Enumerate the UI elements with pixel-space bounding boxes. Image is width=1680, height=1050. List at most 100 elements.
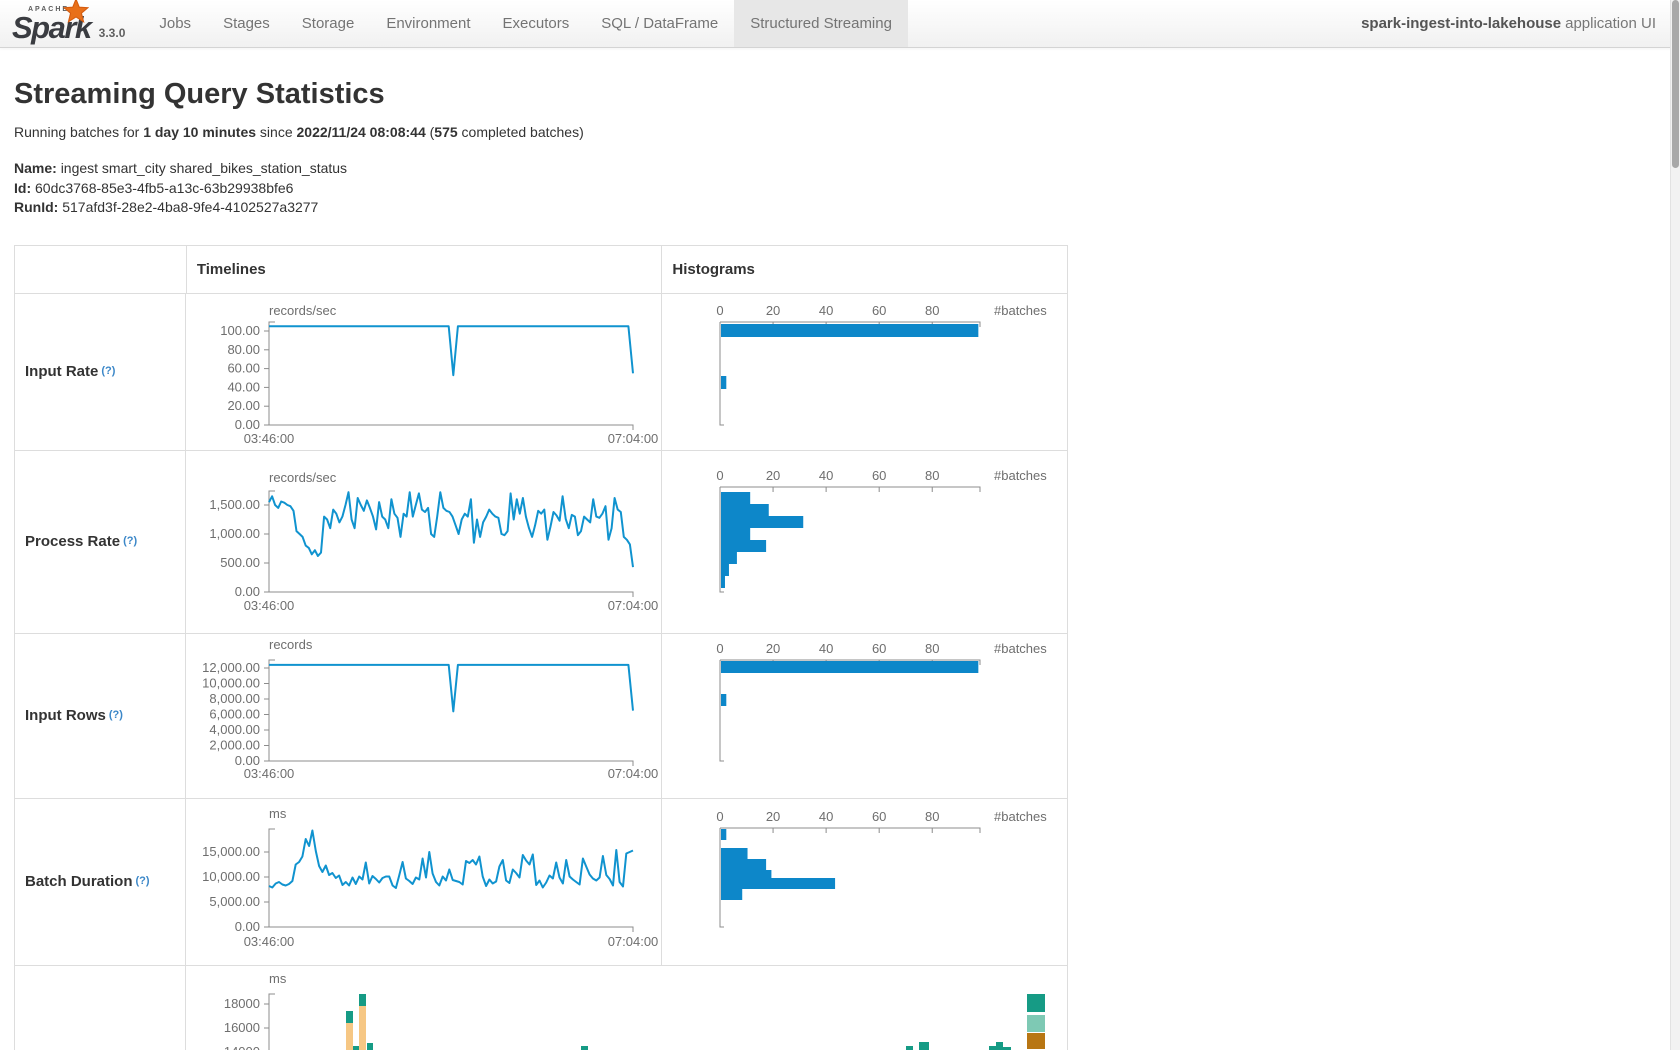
input-rows-timeline-chart: records12,000.0010,000.008,000.006,000.0… <box>186 634 661 798</box>
svg-text:40: 40 <box>819 468 833 483</box>
svg-text:40.00: 40.00 <box>227 379 260 394</box>
svg-text:#batches: #batches <box>994 303 1047 318</box>
statistics-table: Timelines Histograms Input Rate(?)record… <box>14 245 1068 1050</box>
application-name: spark-ingest-into-lakehouse application … <box>1361 0 1680 47</box>
svg-text:records/sec: records/sec <box>269 303 337 318</box>
vertical-scrollbar[interactable] <box>1670 0 1680 1050</box>
svg-text:#batches: #batches <box>994 641 1047 656</box>
help-tooltip-link[interactable]: (?) <box>101 366 115 377</box>
svg-text:15,000.00: 15,000.00 <box>202 844 260 859</box>
svg-text:10,000.00: 10,000.00 <box>202 869 260 884</box>
tab-storage[interactable]: Storage <box>286 0 371 47</box>
scrollbar-thumb[interactable] <box>1672 0 1679 168</box>
input-rate-histogram-chart: 020406080#batches <box>662 294 1067 450</box>
row-label: Input Rate <box>25 363 98 380</box>
completed-batches-count: 575 <box>434 124 457 140</box>
row-label: Process Rate <box>25 533 120 550</box>
svg-text:16000: 16000 <box>224 1020 260 1035</box>
help-tooltip-link[interactable]: (?) <box>123 536 137 547</box>
tab-sql-dataframe[interactable]: SQL / DataFrame <box>585 0 734 47</box>
svg-text:60: 60 <box>872 303 886 318</box>
help-tooltip-link[interactable]: (?) <box>136 876 150 887</box>
spark-logo[interactable]: APACHE Spark <box>0 0 93 47</box>
row-label: Batch Duration <box>25 873 133 890</box>
svg-text:2,000.00: 2,000.00 <box>209 737 260 752</box>
svg-text:18000: 18000 <box>224 996 260 1011</box>
svg-text:80.00: 80.00 <box>227 341 260 356</box>
top-navbar: APACHE Spark 3.3.0 JobsStagesStorageEnvi… <box>0 0 1680 48</box>
row-label: Input Rows <box>25 707 106 724</box>
running-duration: 1 day 10 minutes <box>143 124 256 140</box>
svg-text:ms: ms <box>269 971 287 986</box>
svg-text:03:46:00: 03:46:00 <box>244 598 295 613</box>
svg-text:03:46:00: 03:46:00 <box>244 431 295 446</box>
header-histograms: Histograms <box>662 246 1067 293</box>
svg-text:500.00: 500.00 <box>220 555 260 570</box>
svg-text:60: 60 <box>872 809 886 824</box>
query-name-value: ingest smart_city shared_bikes_station_s… <box>61 160 347 176</box>
table-header-row: Timelines Histograms <box>15 246 1067 293</box>
header-empty-cell <box>15 246 187 293</box>
svg-text:0: 0 <box>716 809 723 824</box>
row-label-cell-batch-duration: Batch Duration(?) <box>15 799 186 965</box>
svg-text:100.00: 100.00 <box>220 323 260 338</box>
process-rate-histogram-chart: 020406080#batches <box>662 451 1067 633</box>
svg-text:07:04:00: 07:04:00 <box>608 598 659 613</box>
table-row-input-rate: Input Rate(?)records/sec100.0080.0060.00… <box>15 293 1067 450</box>
tab-environment[interactable]: Environment <box>370 0 486 47</box>
query-runid-value: 517afd3f-28e2-4ba8-9fe4-4102527a3277 <box>62 199 318 215</box>
query-meta: Name: ingest smart_city shared_bikes_sta… <box>14 159 1680 218</box>
svg-text:0.00: 0.00 <box>235 919 260 934</box>
svg-text:40: 40 <box>819 641 833 656</box>
application-id: spark-ingest-into-lakehouse <box>1361 15 1561 32</box>
row-label-cell-process-rate: Process Rate(?) <box>15 451 186 633</box>
help-tooltip-link[interactable]: (?) <box>109 710 123 721</box>
svg-text:12,000.00: 12,000.00 <box>202 660 260 675</box>
operation-duration-stacked-chart: ms 18000 16000 14000 <box>186 966 1067 1050</box>
svg-text:records: records <box>269 637 313 652</box>
svg-text:07:04:00: 07:04:00 <box>608 431 659 446</box>
svg-text:0: 0 <box>716 641 723 656</box>
svg-text:03:46:00: 03:46:00 <box>244 934 295 949</box>
query-id-value: 60dc3768-85e3-4fb5-a13c-63b29938bfe6 <box>35 180 293 196</box>
svg-text:40: 40 <box>819 809 833 824</box>
svg-text:20: 20 <box>766 641 780 656</box>
timeline-cell-batch-duration: ms 15,000.00 10,000.00 5,000.00 0.0003:46:00… <box>186 799 662 965</box>
process-rate-timeline-chart: records/sec1,500.001,000.00500.000.0003:… <box>186 451 661 633</box>
svg-text:0: 0 <box>716 303 723 318</box>
svg-text:4,000.00: 4,000.00 <box>209 722 260 737</box>
operation-duration-chart-cell: ms 18000 16000 14000 <box>186 966 1067 1050</box>
timeline-cell-input-rate: records/sec100.0080.0060.0040.0020.000.0… <box>186 294 662 450</box>
running-since: 2022/11/24 08:08:44 <box>297 124 426 140</box>
timeline-cell-input-rows: records12,000.0010,000.008,000.006,000.0… <box>186 634 662 798</box>
tab-stages[interactable]: Stages <box>207 0 286 47</box>
row-label-cell-operation-duration <box>15 966 186 1050</box>
query-id-line: Id: 60dc3768-85e3-4fb5-a13c-63b29938bfe6 <box>14 179 1680 199</box>
application-suffix: application UI <box>1565 15 1656 32</box>
svg-text:40: 40 <box>819 303 833 318</box>
svg-text:80: 80 <box>925 641 939 656</box>
table-row-operation-duration: ms 18000 16000 14000 <box>15 965 1067 1050</box>
svg-text:#batches: #batches <box>994 468 1047 483</box>
tab-structured-streaming[interactable]: Structured Streaming <box>734 0 908 47</box>
svg-text:07:04:00: 07:04:00 <box>608 934 659 949</box>
table-row-input-rows: Input Rows(?)records12,000.0010,000.008,… <box>15 633 1067 798</box>
running-batches-line: Running batches for 1 day 10 minutes sin… <box>14 124 1680 140</box>
svg-text:ms: ms <box>269 806 287 821</box>
svg-text:60: 60 <box>872 641 886 656</box>
svg-text:8,000.00: 8,000.00 <box>209 691 260 706</box>
svg-text:1,500.00: 1,500.00 <box>209 497 260 512</box>
spark-version: 3.3.0 <box>93 26 126 47</box>
page-title: Streaming Query Statistics <box>14 78 1680 111</box>
svg-text:5,000.00: 5,000.00 <box>209 894 260 909</box>
svg-text:20: 20 <box>766 468 780 483</box>
input-rows-histogram-chart: 0 20 40 60 80 #batches <box>662 634 1067 798</box>
tab-jobs[interactable]: Jobs <box>143 0 207 47</box>
tab-executors[interactable]: Executors <box>487 0 586 47</box>
svg-text:0.00: 0.00 <box>235 584 260 599</box>
histogram-cell-batch-duration: 020406080#batches <box>662 799 1067 965</box>
row-label-cell-input-rows: Input Rows(?) <box>15 634 186 798</box>
page-content: Streaming Query Statistics Running batch… <box>0 78 1680 1050</box>
svg-text:07:04:00: 07:04:00 <box>608 766 659 781</box>
svg-text:14000: 14000 <box>224 1044 260 1050</box>
